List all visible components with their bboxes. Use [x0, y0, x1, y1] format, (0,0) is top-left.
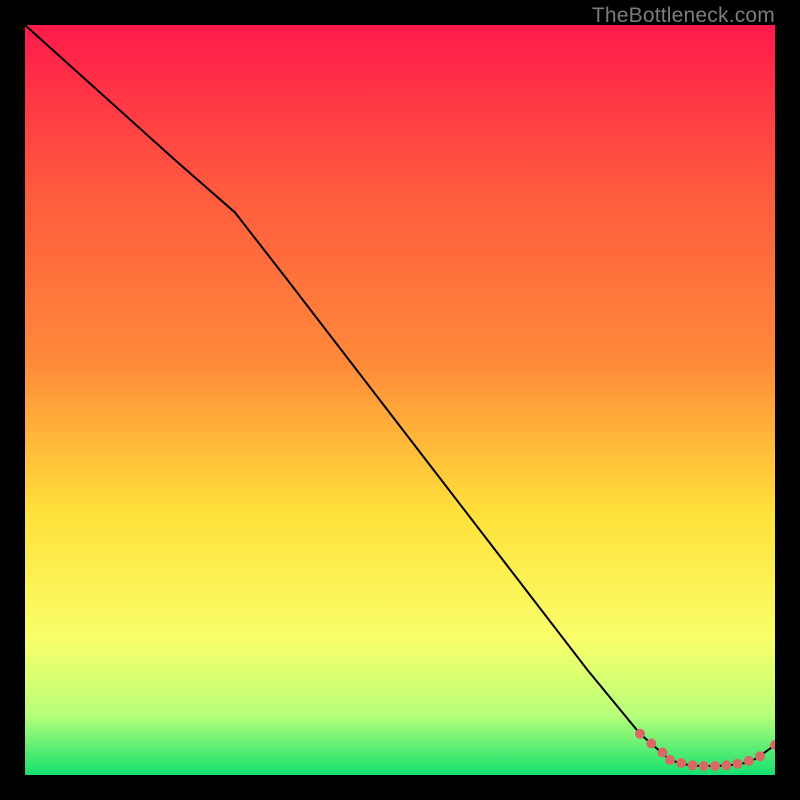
gradient-background [25, 25, 775, 775]
data-marker [755, 751, 765, 761]
data-marker [646, 739, 656, 749]
data-marker [665, 755, 675, 765]
data-marker [658, 748, 668, 758]
chart-stage: TheBottleneck.com [0, 0, 800, 800]
data-marker [676, 758, 686, 768]
data-marker [688, 760, 698, 770]
plot-area [25, 25, 775, 775]
data-marker [744, 756, 754, 766]
data-marker [710, 761, 720, 771]
data-marker [721, 760, 731, 770]
data-marker [699, 761, 709, 771]
data-marker [733, 759, 743, 769]
chart-svg [25, 25, 775, 775]
data-marker [635, 729, 645, 739]
